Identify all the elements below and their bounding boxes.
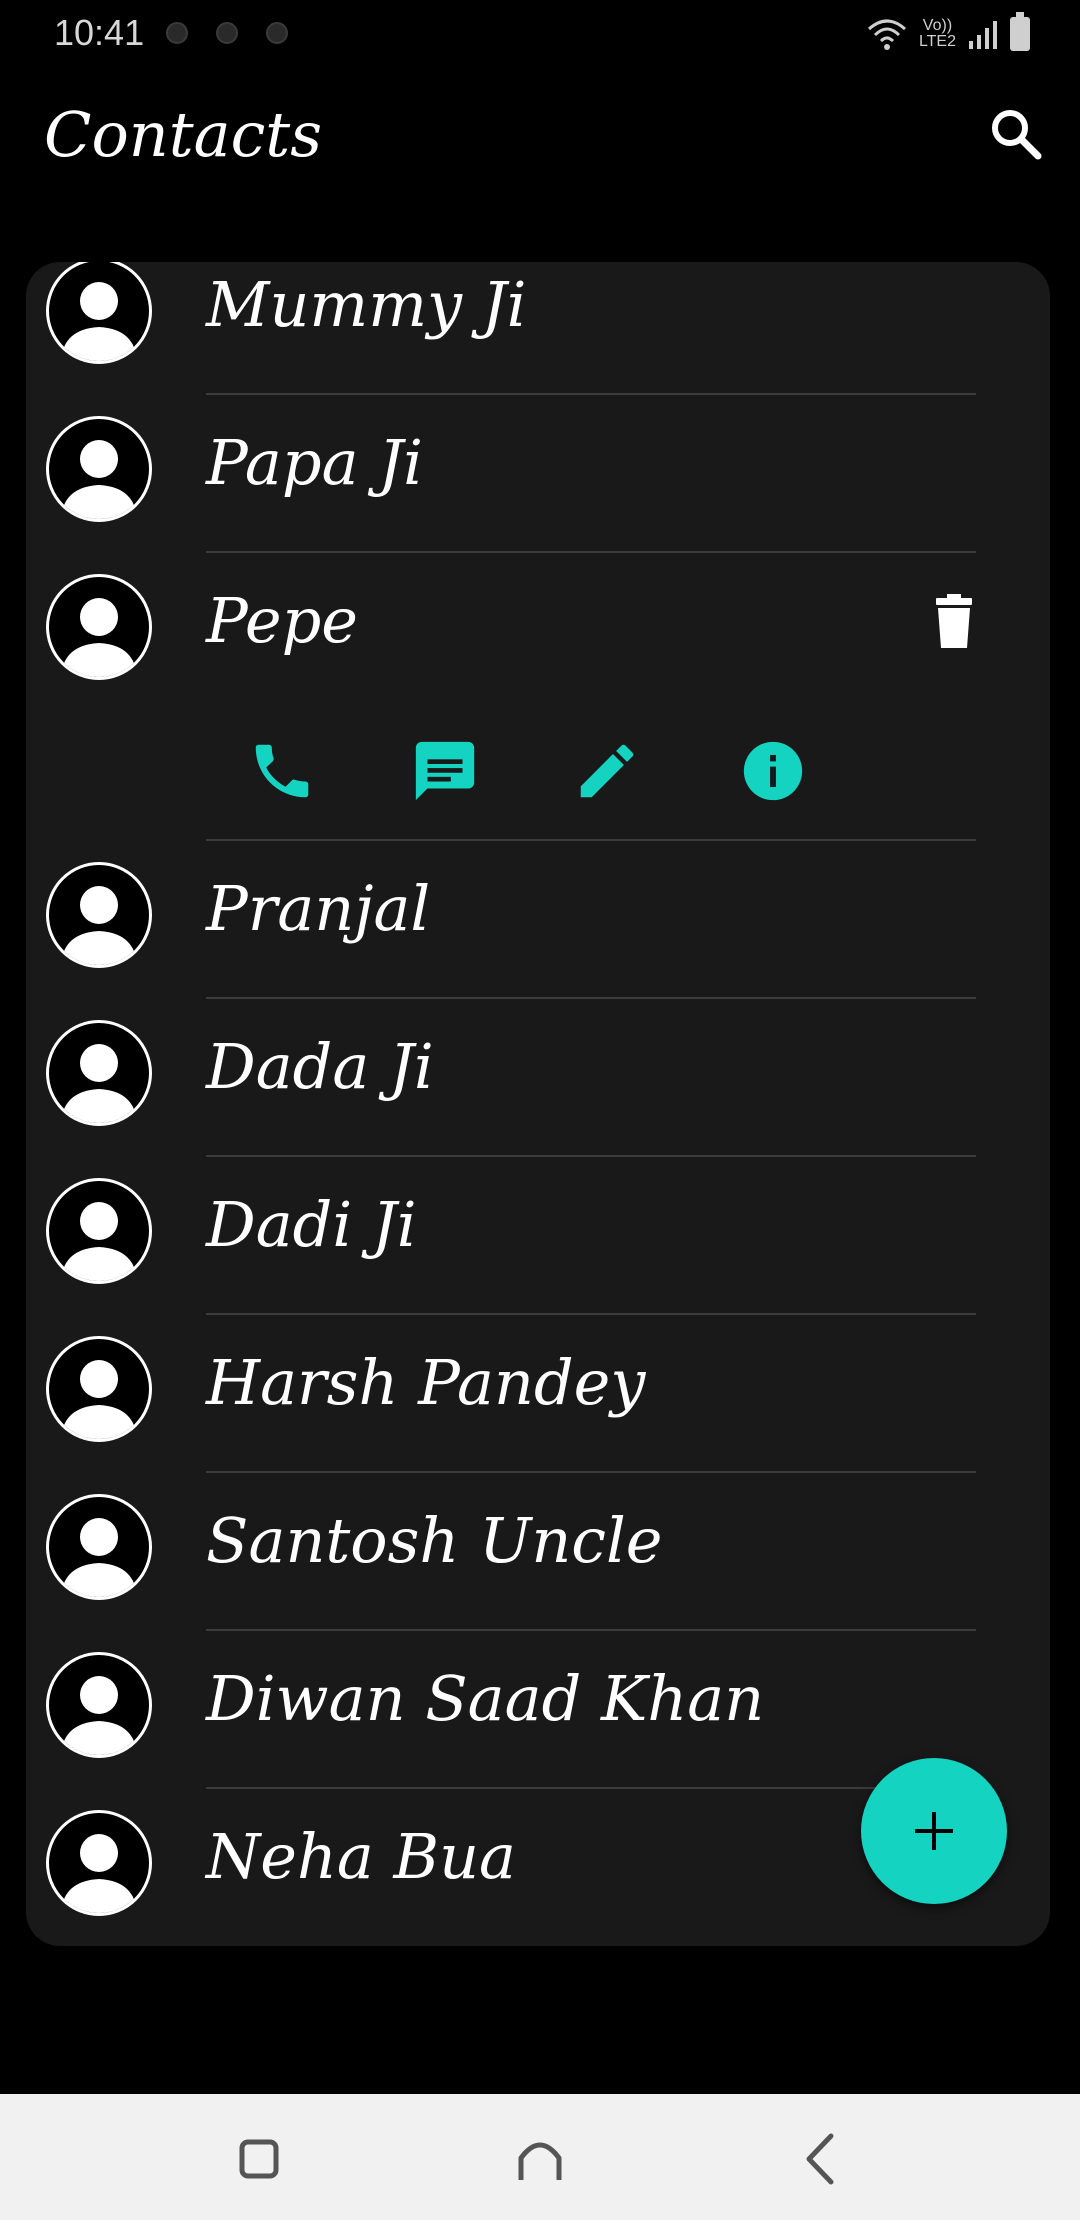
contact-row[interactable]: Pranjal [26, 836, 1050, 994]
notification-icon [216, 22, 238, 44]
avatar [46, 1810, 152, 1916]
search-icon [992, 110, 1042, 160]
info-icon [743, 741, 803, 801]
avatar [46, 1020, 152, 1126]
volte-label: Vo)) [922, 17, 953, 34]
add-contact-button[interactable] [861, 1758, 1007, 1904]
contact-name: Dada Ji [206, 1030, 434, 1103]
home-button[interactable] [505, 2124, 575, 2194]
contact-row[interactable]: Dadi Ji [26, 1152, 1050, 1310]
contact-name: Dadi Ji [206, 1188, 417, 1261]
back-icon [806, 2133, 834, 2185]
search-button[interactable] [986, 104, 1046, 164]
call-button[interactable] [247, 736, 317, 806]
avatar [46, 1336, 152, 1442]
contacts-list[interactable]: Mummy Ji Papa Ji Pepe Pranjal Dada Ji Da… [26, 262, 1050, 1946]
status-bar: 10:41 Vo)) LTE2 [0, 0, 1080, 70]
battery-icon [1010, 12, 1030, 51]
contact-actions [26, 706, 1050, 836]
status-icons: Vo)) LTE2 [867, 12, 1030, 54]
contact-name: Diwan Saad Khan [206, 1662, 765, 1735]
recents-button[interactable] [224, 2124, 294, 2194]
back-button[interactable] [787, 2124, 857, 2194]
contact-row[interactable]: Harsh Pandey [26, 1310, 1050, 1468]
avatar [46, 1494, 152, 1600]
contact-row[interactable]: Diwan Saad Khan [26, 1626, 1050, 1784]
avatar [46, 1178, 152, 1284]
page-title: Contacts [44, 98, 323, 171]
phone-icon [255, 744, 309, 798]
avatar [46, 862, 152, 968]
contact-row[interactable]: Papa Ji [26, 390, 1050, 548]
delete-button[interactable] [922, 590, 986, 654]
avatar [46, 574, 152, 680]
contact-row-expanded[interactable]: Pepe [26, 548, 1050, 706]
avatar [46, 1652, 152, 1758]
info-button[interactable] [738, 736, 808, 806]
contact-name: Neha Bua [206, 1820, 516, 1893]
edit-icon [580, 744, 634, 798]
status-time: 10:41 [54, 12, 145, 53]
home-icon [518, 2142, 562, 2180]
contact-name: Pranjal [206, 872, 431, 945]
message-icon [415, 741, 475, 801]
recents-icon [239, 2139, 279, 2179]
notification-icon [266, 22, 288, 44]
avatar [46, 262, 152, 364]
notification-icon [166, 22, 188, 44]
lte-label: LTE2 [918, 33, 956, 50]
network-type: Vo)) LTE2 [919, 18, 956, 50]
contact-row[interactable]: Santosh Uncle [26, 1468, 1050, 1626]
contact-row[interactable]: Dada Ji [26, 994, 1050, 1152]
contact-name: Pepe [206, 584, 359, 657]
contact-row[interactable]: Mummy Ji [26, 262, 1050, 390]
edit-button[interactable] [572, 736, 642, 806]
contact-name: Mummy Ji [206, 268, 527, 341]
contact-name: Harsh Pandey [206, 1346, 646, 1419]
contact-name: Santosh Uncle [206, 1504, 663, 1577]
avatar [46, 416, 152, 522]
wifi-icon [867, 19, 906, 50]
contact-name: Papa Ji [206, 426, 423, 499]
message-button[interactable] [410, 736, 480, 806]
trash-icon [936, 594, 972, 648]
signal-icon [969, 21, 997, 49]
system-nav-bar [0, 2094, 1080, 2220]
